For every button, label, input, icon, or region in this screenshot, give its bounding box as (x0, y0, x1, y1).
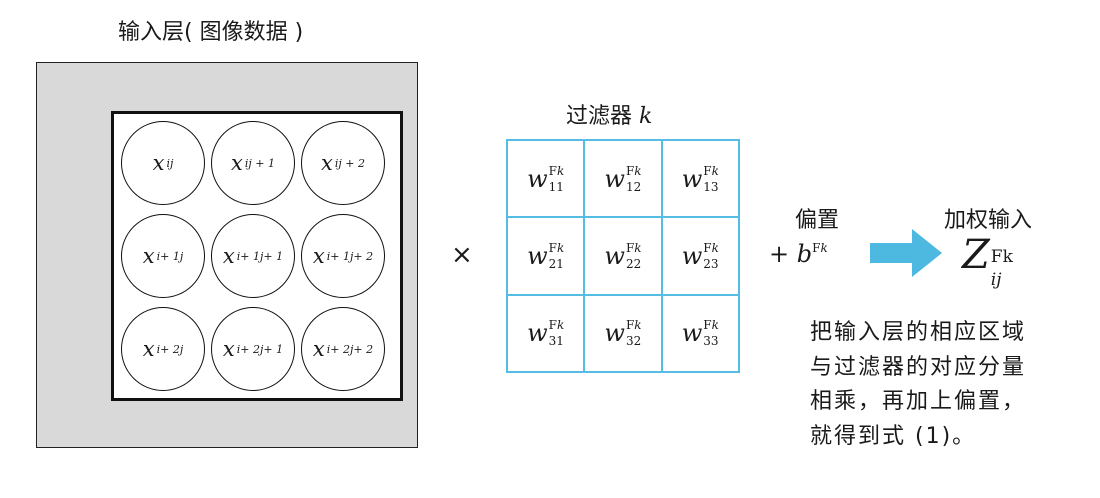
filter-weight-cell: w Fk 31 (507, 294, 585, 372)
note-line: 相乘，再加上偏置， (810, 389, 1027, 414)
weighted-input-expression: Z Fk ij (962, 232, 1013, 289)
neuron-subscript: i+ 1j+ 1 (236, 249, 284, 263)
weight-subscript: 11 (548, 179, 564, 194)
weight-var: w (604, 241, 625, 270)
neuron-var: x (152, 151, 165, 175)
filter-title-var: k (639, 104, 653, 129)
filter-weight-cell: w Fk 13 (661, 140, 739, 218)
neuron-circle: x i+ 1j+ 2 (301, 214, 385, 298)
weighted-input-var: Z (962, 232, 990, 278)
weight-var: w (681, 164, 703, 193)
filter-weight-cell: w Fk 23 (661, 217, 739, 295)
weight-superscript: Fk (548, 318, 565, 333)
weight-var: w (681, 319, 703, 348)
filter-weight-cell: w Fk 21 (507, 217, 585, 295)
weighted-input-title: 加权输入 (944, 208, 1033, 233)
neuron-subscript: i+ 1j (156, 249, 184, 263)
neuron-subscript: i+ 2j+ 2 (326, 342, 374, 356)
filter-grid: w Fk 11 w Fk 12 w Fk 13 w Fk 21 w Fk 22 w Fk 23 w Fk 31 w Fk 32… (506, 139, 740, 373)
note-line: 就得到式 (1)。 (810, 423, 977, 449)
weight-var: w (604, 319, 625, 348)
weight-subscript: 21 (548, 256, 564, 271)
times-operator: × (451, 240, 473, 270)
weight-subscript: 12 (625, 179, 642, 194)
neuron-var: x (231, 151, 243, 175)
weight-var: w (527, 164, 548, 193)
weight-superscript: Fk (548, 240, 565, 255)
neuron-var: x (222, 244, 235, 268)
explanation-note: 把输入层的相应区域 与过滤器的对应分量 相乘，再加上偏置， 就得到式 (1)。 (810, 316, 1080, 454)
neuron-grid: x ij x ij + 1 x ij + 2 x i+ 1j x i+ 1j+ 1 x i+ 1j+ … (121, 121, 385, 391)
neuron-circle: x ij (121, 121, 205, 205)
bias-expression: + bFk (769, 240, 828, 268)
plus-operator: + (769, 240, 790, 268)
neuron-circle: x ij + 1 (211, 121, 295, 205)
weight-superscript: Fk (625, 240, 642, 255)
weight-var: w (527, 319, 548, 348)
weighted-input-subscript: ij (990, 270, 1002, 290)
weight-subscript: 13 (703, 179, 719, 194)
neuron-var: x (222, 337, 235, 361)
filter-weight-cell: w Fk 11 (507, 140, 585, 218)
weight-var: w (681, 241, 703, 270)
neuron-circle: x ij + 2 (301, 121, 385, 205)
right-arrow-icon (870, 229, 942, 277)
weight-var: w (604, 164, 625, 193)
weight-superscript: Fk (548, 163, 565, 178)
weight-subscript: 33 (703, 334, 719, 349)
weight-subscript: 31 (548, 334, 564, 349)
note-line: 与过滤器的对应分量 (810, 354, 1027, 380)
neuron-subscript: i+ 1j+ 2 (326, 249, 374, 263)
weight-superscript: Fk (703, 240, 719, 255)
neuron-var: x (321, 151, 333, 175)
neuron-circle: x i+ 2j+ 2 (301, 307, 385, 391)
neuron-subscript: i+ 2j (156, 342, 184, 356)
bias-title: 偏置 (795, 208, 840, 233)
neuron-var: x (312, 244, 325, 268)
weight-superscript: Fk (703, 163, 719, 178)
neuron-subscript: ij + 2 (334, 156, 365, 170)
filter-weight-cell: w Fk 32 (584, 294, 662, 372)
neuron-subscript: i+ 2j+ 1 (236, 342, 284, 356)
filter-weight-cell: w Fk 22 (584, 217, 662, 295)
neuron-subscript: ij + 1 (244, 156, 275, 170)
neuron-circle: x i+ 1j+ 1 (211, 214, 295, 298)
bias-var: b (796, 240, 813, 268)
filter-weight-cell: w Fk 12 (584, 140, 662, 218)
filter-title: 过滤器 k (566, 98, 652, 130)
bias-superscript: Fk (812, 241, 828, 255)
weight-subscript: 22 (625, 256, 642, 271)
weight-superscript: Fk (625, 163, 642, 178)
weight-var: w (527, 241, 548, 270)
neuron-var: x (142, 337, 155, 361)
input-region: x ij x ij + 1 x ij + 2 x i+ 1j x i+ 1j+ 1 x i+ 1j+ … (111, 111, 403, 401)
neuron-subscript: ij (166, 156, 174, 170)
weight-subscript: 32 (625, 334, 642, 349)
neuron-circle: x i+ 1j (121, 214, 205, 298)
filter-weight-cell: w Fk 33 (661, 294, 739, 372)
weighted-input-superscript: Fk (990, 247, 1013, 267)
weight-subscript: 23 (703, 256, 719, 271)
neuron-circle: x i+ 2j (121, 307, 205, 391)
neuron-var: x (142, 244, 155, 268)
filter-title-text: 过滤器 (566, 104, 633, 129)
weight-superscript: Fk (625, 318, 642, 333)
neuron-var: x (312, 337, 325, 361)
input-layer-title: 输入层( 图像数据 ) (118, 20, 304, 45)
weight-superscript: Fk (703, 318, 719, 333)
note-line: 把输入层的相应区域 (810, 320, 1027, 345)
neuron-circle: x i+ 2j+ 1 (211, 307, 295, 391)
